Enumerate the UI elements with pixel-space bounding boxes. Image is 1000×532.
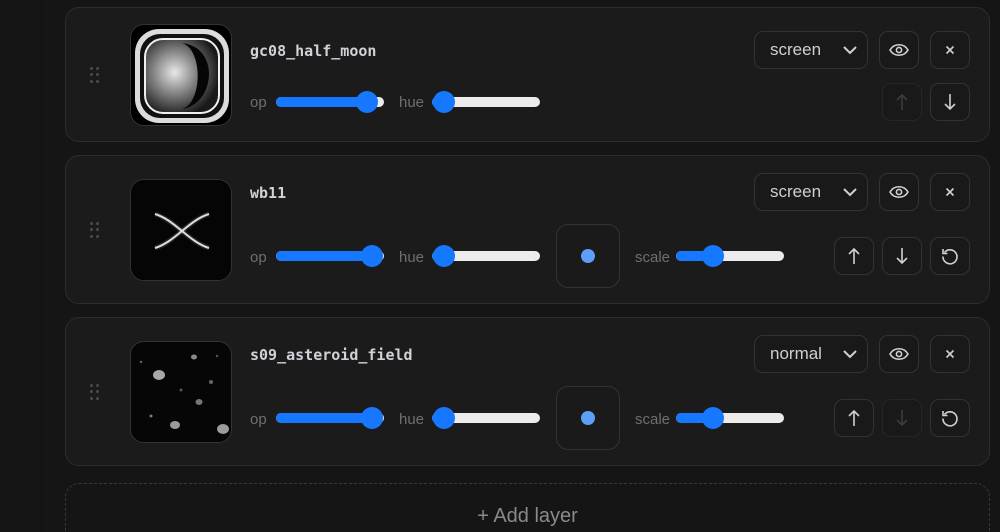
drag-handle-icon[interactable] [90,67,100,83]
move-down-button[interactable] [930,83,970,121]
layer-card: gc08_half_moon op hue screen [65,7,990,142]
blend-mode-select[interactable]: normal [754,335,868,373]
close-icon [945,187,955,197]
eye-icon [889,185,909,199]
arrow-up-icon [896,93,908,110]
drag-handle-icon[interactable] [90,384,100,400]
delete-layer-button[interactable] [930,31,970,69]
add-layer-label: + Add layer [477,505,578,527]
layer-name: s09_asteroid_field [250,346,413,364]
scale-label: scale [635,411,671,428]
blend-mode-value: screen [770,182,822,201]
arrow-down-icon [896,410,908,427]
delete-layer-button[interactable] [930,335,970,373]
position-handle[interactable] [581,249,595,263]
visibility-button[interactable] [879,31,919,69]
layer-thumbnail [130,341,232,443]
drag-handle-icon[interactable] [90,222,100,238]
arrow-up-icon [848,409,860,426]
layer-card: wb11 op hue scale screen [65,155,990,304]
visibility-button[interactable] [879,335,919,373]
blend-mode-select[interactable]: screen [754,31,868,69]
close-icon [945,45,955,55]
layer-name: wb11 [250,184,287,202]
hue-slider[interactable] [432,245,540,267]
reset-icon [942,411,958,427]
opacity-slider[interactable] [276,407,384,429]
position-pad[interactable] [556,386,620,450]
scale-slider[interactable] [676,407,784,429]
position-pad[interactable] [556,224,620,288]
scale-label: scale [635,249,671,266]
hue-slider[interactable] [432,91,540,113]
blend-mode-select[interactable]: screen [754,173,868,211]
layer-thumbnail [130,179,232,281]
move-up-button[interactable] [834,399,874,437]
arrow-up-icon [848,247,860,264]
layer-thumbnail [130,24,232,126]
layer-card: s09_asteroid_field op hue scale normal [65,317,990,466]
opacity-label: op [250,249,267,266]
hue-slider[interactable] [432,407,540,429]
move-up-button[interactable] [882,83,922,121]
add-layer-button[interactable]: + Add layer [65,483,990,532]
hue-label: hue [399,411,425,428]
arrow-down-icon [896,248,908,265]
chevron-down-icon [843,188,857,197]
scale-slider[interactable] [676,245,784,267]
hue-label: hue [399,94,425,111]
reset-transform-button[interactable] [930,237,970,275]
close-icon [945,349,955,359]
hue-label: hue [399,249,425,266]
eye-icon [889,43,909,57]
visibility-button[interactable] [879,173,919,211]
eye-icon [889,347,909,361]
opacity-slider[interactable] [276,91,384,113]
layer-name: gc08_half_moon [250,42,377,60]
move-down-button[interactable] [882,237,922,275]
chevron-down-icon [843,46,857,55]
reset-transform-button[interactable] [930,399,970,437]
left-panel-edge [0,0,44,532]
arrow-down-icon [944,94,956,111]
chevron-down-icon [843,350,857,359]
opacity-label: op [250,94,267,111]
blend-mode-value: screen [770,40,822,59]
position-handle[interactable] [581,411,595,425]
delete-layer-button[interactable] [930,173,970,211]
blend-mode-value: normal [770,344,822,363]
opacity-slider[interactable] [276,245,384,267]
reset-icon [942,249,958,265]
opacity-label: op [250,411,267,428]
move-down-button[interactable] [882,399,922,437]
move-up-button[interactable] [834,237,874,275]
